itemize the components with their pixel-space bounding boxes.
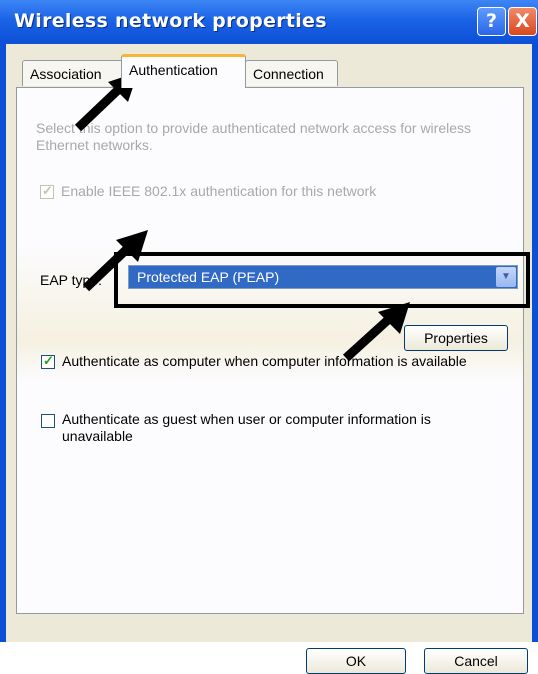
checkmark-icon: ✓ [43, 353, 54, 368]
window-title: Wireless network properties [14, 10, 327, 32]
auth-guest-label: Authenticate as guest when user or compu… [62, 411, 431, 444]
auth-computer-checkbox[interactable]: ✓ [41, 353, 55, 369]
tab-connection[interactable]: Connection [245, 60, 338, 86]
arrow-icon-properties [342, 302, 410, 362]
arrow-icon-eap [82, 230, 148, 292]
enable-8021x-checkbox[interactable]: ✓ [40, 183, 54, 199]
cancel-button[interactable]: Cancel [424, 648, 528, 674]
auth-guest-checkbox[interactable] [41, 414, 55, 428]
help-button[interactable]: ? [477, 7, 506, 36]
enable-8021x-label: Enable IEEE 802.1x authentication for th… [61, 183, 377, 199]
title-bar[interactable]: Wireless network properties ? X [0, 0, 538, 44]
ok-button[interactable]: OK [306, 648, 406, 674]
close-button[interactable]: X [508, 7, 537, 36]
tab-authentication[interactable]: Authentication [121, 54, 246, 88]
highlight-box [114, 252, 530, 308]
dialog-window: Wireless network properties ? X Associat… [0, 0, 538, 674]
checkmark-icon: ✓ [42, 183, 53, 198]
